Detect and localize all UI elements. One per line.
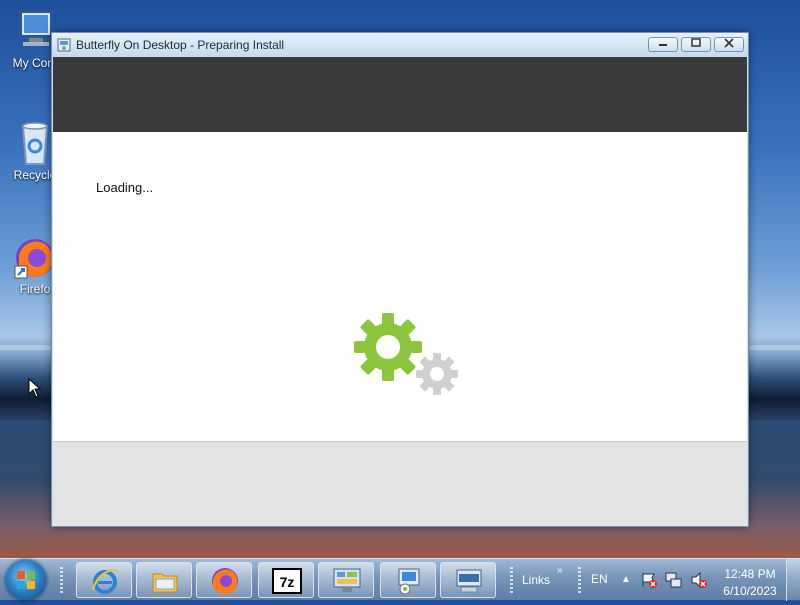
loading-status-text: Loading...: [96, 180, 154, 195]
action-center-icon[interactable]: [640, 571, 658, 589]
7zip-label: 7z: [280, 574, 295, 590]
installer-icon: [57, 38, 71, 52]
taskbar-grip: [510, 567, 513, 593]
recycle-bin-icon: [21, 122, 49, 165]
taskbar-grip: [578, 567, 581, 593]
taskbar-keyboard[interactable]: [440, 562, 496, 598]
maximize-icon: [691, 38, 701, 47]
clock-time[interactable]: 12:48 PM: [720, 567, 780, 581]
window-content: Loading...: [53, 57, 747, 526]
control-panel-icon: [333, 568, 361, 592]
volume-muted-icon[interactable]: [690, 571, 708, 589]
close-button[interactable]: [714, 37, 744, 52]
mouse-cursor-icon: [28, 378, 42, 398]
links-toolbar[interactable]: Links: [522, 573, 550, 587]
taskbar-file-explorer[interactable]: [136, 562, 192, 598]
installer-window[interactable]: Butterfly On Desktop - Preparing Install…: [51, 32, 749, 527]
show-desktop-button[interactable]: [786, 559, 800, 601]
internet-explorer-icon: [92, 569, 119, 594]
installer-icon: [398, 568, 420, 595]
firefox-icon: [212, 568, 238, 595]
taskbar-installer[interactable]: [380, 562, 436, 598]
window-titlebar[interactable]: Butterfly On Desktop - Preparing Install: [52, 33, 748, 57]
window-title: Butterfly On Desktop - Preparing Install: [76, 38, 285, 52]
clock-date[interactable]: 6/10/2023: [716, 584, 784, 598]
start-button[interactable]: [6, 560, 46, 600]
gear-large-icon: [354, 313, 422, 381]
taskbar-control-panel[interactable]: [318, 562, 374, 598]
taskbar: 7z Links » EN ▲ 12:48 PM 6/10/2023: [0, 558, 800, 601]
minimize-icon: [659, 44, 667, 46]
desktop-icon-label: Recycle: [13, 168, 57, 182]
keyboard-icon: [456, 569, 482, 593]
gear-small-icon: [416, 353, 458, 395]
network-icon[interactable]: [665, 571, 683, 589]
taskbar-internet-explorer[interactable]: [76, 562, 132, 598]
computer-icon: [20, 11, 52, 46]
installer-footer-band: [53, 441, 747, 526]
taskbar-grip: [60, 567, 63, 593]
taskbar-7zip[interactable]: 7z: [258, 562, 314, 598]
maximize-button[interactable]: [681, 37, 711, 52]
minimize-button[interactable]: [648, 37, 678, 52]
taskbar-firefox[interactable]: [196, 562, 252, 598]
show-hidden-icons-icon[interactable]: ▲: [621, 574, 631, 585]
file-explorer-icon: [152, 573, 178, 593]
7zip-icon: 7z: [272, 568, 302, 594]
windows-start-icon: [17, 571, 35, 589]
language-indicator[interactable]: EN: [591, 572, 608, 586]
chevron-icon[interactable]: »: [557, 565, 563, 576]
desktop-icon-label: Firefo: [19, 282, 51, 296]
installer-header-band: [53, 57, 747, 132]
close-icon: [724, 38, 734, 48]
